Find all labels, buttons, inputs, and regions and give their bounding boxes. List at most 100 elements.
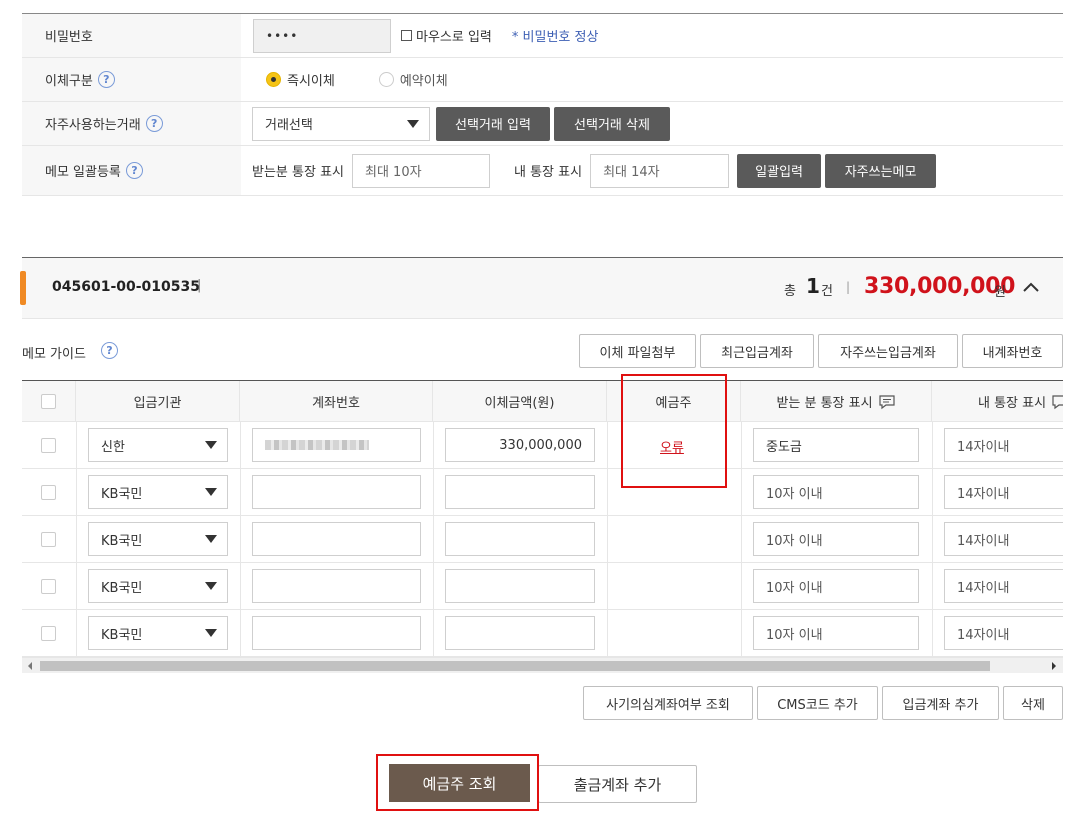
table-row: KB국민 10자 이내 14자이내 [22,516,1063,563]
chevron-down-icon [205,582,217,590]
my-memo-input[interactable]: 14자이내 [944,616,1063,650]
radio-immediate[interactable] [266,72,281,87]
fraud-check-button[interactable]: 사기의심계좌여부 조회 [583,686,753,720]
header-recv-memo: 받는 분 통장 표시 [776,396,873,411]
amount-input[interactable] [445,616,595,650]
recv-memo-input[interactable]: 10자 이내 [753,616,919,650]
radio-scheduled[interactable] [378,72,394,87]
row-checkbox[interactable] [41,485,56,500]
amount-unit: 원 [994,285,1006,300]
recent-deposit-button[interactable]: 최근입금계좌 [700,334,814,368]
password-input[interactable]: •••• [253,18,391,53]
chevron-up-icon[interactable] [1022,280,1040,294]
bank-select[interactable]: KB국민 [88,569,228,603]
bank-select[interactable]: KB국민 [88,616,228,650]
account-input[interactable] [252,522,421,556]
highlight-holder-column [621,374,727,488]
chevron-down-icon [205,441,217,449]
count-unit: 건 [821,284,833,299]
header-amount: 이체금액(원) [433,381,607,422]
amount-input[interactable] [445,475,595,509]
header-account: 계좌번호 [240,381,433,422]
password-row: 비밀번호 •••• 마우스로 입력 * 비밀번호 정상 [22,14,1063,58]
account-divider: | [197,278,202,293]
select-all-checkbox[interactable] [41,394,56,409]
row-checkbox[interactable] [41,438,56,453]
row-checkbox[interactable] [41,626,56,641]
recv-memo-input[interactable]: 중도금 [753,428,919,462]
table-row: 신한 330,000,000 오류 중도금 14자이내 [22,422,1063,469]
password-label: 비밀번호 [22,14,241,57]
account-input[interactable] [252,569,421,603]
account-input[interactable] [252,475,421,509]
bank-select[interactable]: 신한 [88,428,228,462]
settings-table: 비밀번호 •••• 마우스로 입력 * 비밀번호 정상 이체구분? 즉시이체 예… [22,13,1063,196]
row-checkbox[interactable] [41,579,56,594]
frequent-input-button[interactable]: 선택거래 입력 [436,106,550,141]
total-prefix: 총 [784,284,796,299]
my-memo-input[interactable]: 14자이내 [944,569,1063,603]
transfer-table: 입금기관 계좌번호 이체금액(원) 예금주 받는 분 통장 표시 내 통장 표시… [22,380,1063,658]
blurred-account-number [265,440,369,450]
comment-icon[interactable] [878,394,896,410]
mouse-input-checkbox[interactable] [401,30,412,41]
cms-code-button[interactable]: CMS코드 추가 [757,686,878,720]
my-memo-input[interactable]: 14자이내 [944,428,1063,462]
my-memo-input[interactable]: 최대 14자 [590,153,730,188]
table-header: 입금기관 계좌번호 이체금액(원) 예금주 받는 분 통장 표시 내 통장 표시 [22,381,1063,422]
add-deposit-account-button[interactable]: 입금계좌 추가 [882,686,999,720]
recv-memo-input[interactable]: 10자 이내 [753,522,919,556]
account-input[interactable] [252,616,421,650]
table-row: KB국민 10자 이내 14자이내 [22,469,1063,516]
receiver-memo-label: 받는분 통장 표시 [252,165,344,180]
total-amount: 330,000,000 [864,274,1016,299]
my-memo-input[interactable]: 14자이내 [944,522,1063,556]
frequent-delete-button[interactable]: 선택거래 삭제 [554,106,670,141]
file-attach-button[interactable]: 이체 파일첨부 [579,334,696,368]
help-icon[interactable]: ? [125,162,143,179]
frequent-deposit-button[interactable]: 자주쓰는입금계좌 [818,334,958,368]
scroll-left-icon[interactable] [26,662,34,670]
account-input[interactable] [252,428,421,462]
help-icon[interactable]: ? [101,342,118,359]
help-icon[interactable]: ? [145,115,163,132]
scrollbar-thumb[interactable] [40,661,990,671]
frequent-memo-button[interactable]: 자주쓰는메모 [825,153,937,188]
amount-input[interactable] [445,569,595,603]
chevron-down-icon [205,488,217,496]
chevron-down-icon [407,119,419,128]
chevron-down-icon [205,629,217,637]
mouse-input-label: 마우스로 입력 [416,30,492,45]
add-withdraw-account-button[interactable]: 출금계좌 추가 [538,765,697,803]
bank-select[interactable]: KB국민 [88,522,228,556]
transfer-type-label: 이체구분 [45,74,93,89]
receiver-memo-input[interactable]: 최대 10자 [352,153,490,188]
recv-memo-input[interactable]: 10자 이내 [753,475,919,509]
amount-input[interactable]: 330,000,000 [445,428,595,462]
frequent-select[interactable]: 거래선택 [252,106,430,141]
row-checkbox[interactable] [41,532,56,547]
help-icon[interactable]: ? [97,71,115,88]
horizontal-scrollbar[interactable] [22,657,1063,673]
my-memo-input[interactable]: 14자이내 [944,475,1063,509]
frequent-label: 자주사용하는거래 [45,118,141,133]
account-bar: 045601-00-010535 | 총 1 건 | 330,000,000 원 [20,257,1063,319]
header-bank: 입금기관 [76,381,240,422]
scroll-right-icon[interactable] [1050,662,1058,670]
chevron-down-icon [205,535,217,543]
memo-row: 메모 일괄등록? 받는분 통장 표시 최대 10자 내 통장 표시 최대 14자… [22,146,1063,196]
my-memo-label: 내 통장 표시 [514,165,583,180]
password-status: * 비밀번호 정상 [511,30,599,45]
highlight-inquiry-button [376,754,539,811]
memo-label: 메모 일괄등록 [45,165,121,180]
radio-immediate-label: 즉시이체 [287,74,335,89]
recv-memo-input[interactable]: 10자 이내 [753,569,919,603]
total-separator: | [846,280,851,294]
bank-select[interactable]: KB국민 [88,475,228,509]
my-account-button[interactable]: 내계좌번호 [962,334,1063,368]
bulk-input-button[interactable]: 일괄입력 [737,153,822,188]
delete-button[interactable]: 삭제 [1003,686,1063,720]
comment-icon[interactable] [1051,394,1063,410]
header-my-memo: 내 통장 표시 [978,396,1047,411]
amount-input[interactable] [445,522,595,556]
